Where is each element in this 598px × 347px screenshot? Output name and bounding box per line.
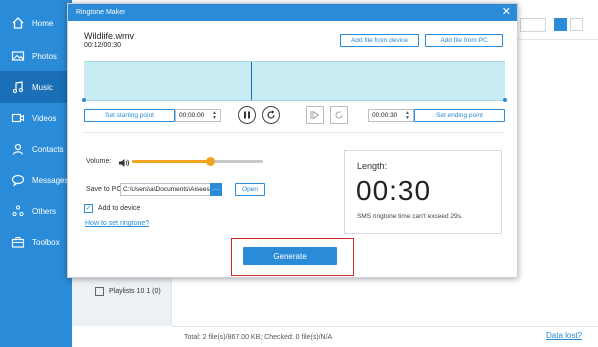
close-icon[interactable]: ✕: [502, 6, 511, 18]
length-note: SMS ringtone time can't exceed 29s.: [357, 213, 463, 220]
others-icon: [10, 203, 26, 219]
sidebar-item-videos[interactable]: Videos: [0, 102, 72, 134]
sidebar-item-music[interactable]: Music: [0, 71, 72, 103]
trim-controls: Set starting point 00:00:00 ▲ ▼ 00:00:30 …: [84, 106, 505, 124]
playhead[interactable]: [251, 62, 252, 100]
file-time: 00:12/00:30: [84, 42, 121, 49]
app-window: Home Photos Music Videos Contacts Messag…: [0, 0, 598, 347]
music-icon: [10, 79, 26, 95]
pause-button[interactable]: [238, 106, 256, 124]
spinner-icon[interactable]: ▲ ▼: [405, 111, 410, 121]
add-file-from-device-button[interactable]: Add file from device: [340, 34, 419, 47]
end-time-value: 00:00:30: [372, 112, 398, 119]
replay-segment-button[interactable]: [330, 106, 348, 124]
volume-slider[interactable]: [132, 157, 263, 166]
save-to-pc-label: Save to PC:: [86, 186, 124, 193]
list-view-icon[interactable]: [570, 18, 583, 31]
sidebar-item-label: Messages: [32, 175, 69, 185]
length-value: 00:30: [356, 175, 432, 206]
open-button[interactable]: Open: [235, 183, 265, 196]
end-marker[interactable]: [503, 98, 507, 102]
data-lost-link[interactable]: Data lost?: [546, 331, 582, 340]
sidebar-item-label: Contacts: [32, 144, 64, 154]
generate-button[interactable]: Generate: [243, 247, 337, 265]
checkmark-icon: ✓: [85, 205, 92, 212]
search-input[interactable]: [520, 18, 546, 32]
length-panel: Length: 00:30 SMS ringtone time can't ex…: [344, 150, 502, 234]
sidebar-item-home[interactable]: Home: [0, 7, 72, 39]
add-to-device-label: Add to device: [98, 205, 141, 212]
home-icon: [10, 15, 26, 31]
contacts-icon: [10, 141, 26, 157]
sidebar-item-label: Others: [32, 206, 57, 216]
videos-icon: [10, 110, 26, 126]
toolbox-icon: [10, 234, 26, 250]
sidebar-item-label: Music: [32, 82, 53, 92]
file-name: Wildlife.wmv: [84, 31, 135, 41]
dialog-title: Ringtone Maker: [68, 4, 517, 21]
sidebar-item-photos[interactable]: Photos: [0, 40, 72, 72]
volume-label: Volume:: [86, 158, 112, 165]
volume-slider-knob[interactable]: [206, 157, 216, 166]
sidebar-item-label: Home: [32, 18, 54, 28]
messages-icon: [10, 172, 26, 188]
playlist-icon: [95, 287, 104, 296]
start-marker[interactable]: [82, 98, 86, 102]
ringtone-maker-dialog: Ringtone Maker ✕ Wildlife.wmv 00:12/00:3…: [67, 3, 518, 278]
divider: [84, 132, 505, 133]
playlist-label: Playlists 10 1 (0): [109, 288, 161, 295]
play-segment-icon: [310, 110, 320, 120]
sidebar-item-label: Videos: [32, 113, 57, 123]
play-segment-button[interactable]: [306, 106, 324, 124]
sidebar-item-contacts[interactable]: Contacts: [0, 133, 72, 165]
start-time-input[interactable]: 00:00:00 ▲ ▼: [175, 109, 221, 122]
playlist-item[interactable]: Playlists 10 1 (0): [95, 287, 161, 296]
set-ending-point-button[interactable]: Set ending point: [414, 109, 505, 122]
how-to-set-ringtone-link[interactable]: How to set ringtone?: [85, 220, 149, 227]
waveform[interactable]: [82, 61, 507, 102]
spinner-icon[interactable]: ▲ ▼: [212, 111, 217, 121]
save-path-field[interactable]: C:\Users\a\Documents\Aiseesoft: [120, 183, 211, 196]
path-dropdown-button[interactable]: …: [210, 183, 222, 196]
playlist-panel: [72, 278, 172, 326]
length-label: Length:: [357, 161, 388, 171]
status-text: Total: 2 file(s)/867.00 KB; Checked: 0 f…: [184, 333, 333, 341]
status-bar: Total: 2 file(s)/867.00 KB; Checked: 0 f…: [172, 326, 598, 347]
sidebar-item-toolbox[interactable]: Toolbox: [0, 226, 72, 258]
sidebar-item-messages[interactable]: Messages: [0, 164, 72, 196]
pause-icon: [244, 111, 250, 119]
add-to-device-checkbox[interactable]: ✓: [84, 204, 93, 213]
end-time-input[interactable]: 00:00:30 ▲ ▼: [368, 109, 414, 122]
sidebar-item-label: Photos: [32, 51, 57, 61]
volume-icon[interactable]: [118, 155, 130, 173]
set-starting-point-button[interactable]: Set starting point: [84, 109, 175, 122]
replay-icon: [267, 110, 275, 119]
grid-view-icon[interactable]: [554, 18, 567, 31]
add-file-from-pc-button[interactable]: Add file from PC: [425, 34, 503, 47]
sidebar-item-others[interactable]: Others: [0, 195, 72, 227]
replay-segment-icon: [335, 111, 343, 119]
sidebar-item-label: Toolbox: [32, 237, 60, 247]
start-time-value: 00:00:00: [179, 112, 205, 119]
replay-button[interactable]: [262, 106, 280, 124]
sidebar: Home Photos Music Videos Contacts Messag…: [0, 0, 72, 347]
photos-icon: [10, 48, 26, 64]
volume-slider-fill: [132, 160, 211, 163]
